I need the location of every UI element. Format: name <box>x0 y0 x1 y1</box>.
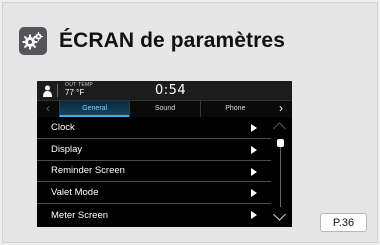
gear-icon <box>19 27 47 55</box>
menu-item-reminder-screen[interactable]: Reminder Screen <box>37 161 271 183</box>
clock-time: 0:54 <box>155 83 186 98</box>
out-temp: OUT TEMP 77 °F <box>65 83 93 97</box>
menu-item-label: Reminder Screen <box>51 165 125 176</box>
status-divider <box>57 84 58 97</box>
tab-prev-button[interactable]: ‹ <box>37 101 59 117</box>
chevron-right-icon <box>251 168 257 176</box>
page-reference: P.36 <box>320 213 367 232</box>
tab-next-button[interactable]: › <box>270 101 292 117</box>
header: ÉCRAN de paramètres <box>19 27 285 55</box>
tab-bar: ‹ General Sound Phone › <box>37 100 292 117</box>
settings-card: ÉCRAN de paramètres OUT TEMP 77 °F 0:54 … <box>2 2 378 243</box>
chevron-right-icon <box>251 211 257 219</box>
menu-item-clock[interactable]: Clock <box>37 117 271 139</box>
scrollbar[interactable] <box>271 117 292 227</box>
menu-item-valet-mode[interactable]: Valet Mode <box>37 182 271 204</box>
menu-item-label: Clock <box>51 122 75 133</box>
scroll-down-icon[interactable] <box>273 208 286 221</box>
scroll-track[interactable] <box>280 139 281 207</box>
settings-menu: Clock Display Reminder Screen Valet Mode… <box>37 117 271 226</box>
tab-sound[interactable]: Sound <box>129 101 199 117</box>
scroll-thumb[interactable] <box>277 139 284 147</box>
chevron-right-icon <box>251 146 257 154</box>
out-temp-value: 77 °F <box>65 89 93 97</box>
chevron-right-icon <box>251 189 257 197</box>
status-bar: OUT TEMP 77 °F 0:54 <box>37 81 292 100</box>
chevron-right-icon <box>251 124 257 132</box>
menu-item-label: Meter Screen <box>51 210 108 221</box>
head-unit-screen: OUT TEMP 77 °F 0:54 ‹ General Sound Phon… <box>37 81 292 227</box>
page-title: ÉCRAN de paramètres <box>59 29 285 53</box>
menu-item-meter-screen[interactable]: Meter Screen <box>37 204 271 226</box>
scroll-up-icon[interactable] <box>273 122 286 135</box>
tab-general[interactable]: General <box>59 101 129 117</box>
menu-item-label: Display <box>51 144 82 155</box>
menu-item-display[interactable]: Display <box>37 139 271 161</box>
tab-phone[interactable]: Phone <box>200 101 270 117</box>
menu-item-label: Valet Mode <box>51 187 98 198</box>
